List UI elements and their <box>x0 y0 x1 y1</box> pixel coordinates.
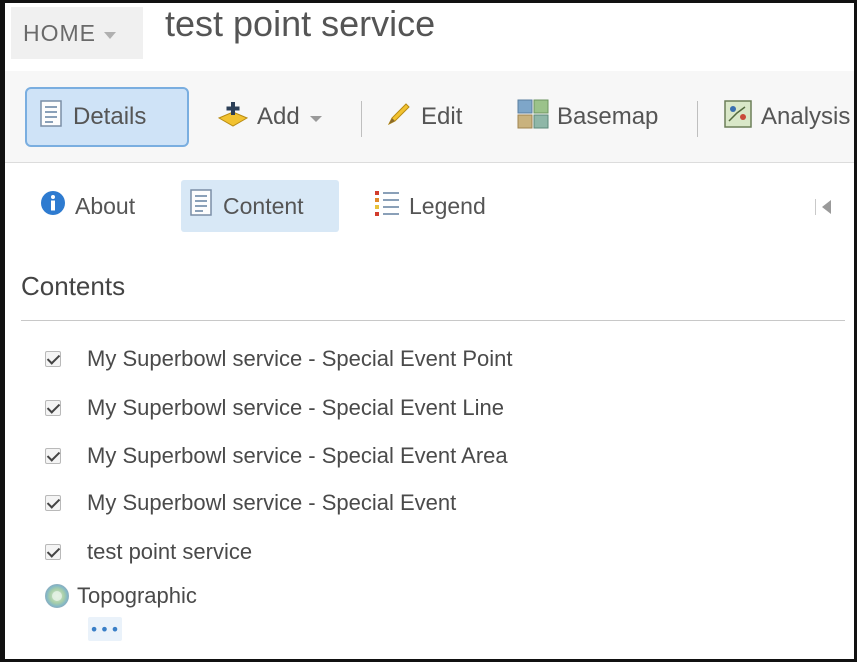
toolbar-separator <box>361 101 362 137</box>
map-title: test point service <box>165 3 436 44</box>
add-button[interactable]: Add <box>217 87 322 147</box>
basemap-layer-item[interactable]: Topographic <box>45 580 197 612</box>
header-bar: HOME test point service <box>5 3 854 71</box>
window-border <box>0 0 3 662</box>
chevron-down-icon <box>104 31 116 39</box>
layer-item[interactable]: My Superbowl service - Special Event Are… <box>45 440 508 472</box>
layer-checkbox[interactable] <box>45 351 61 367</box>
details-label: Details <box>73 103 147 130</box>
layer-label: My Superbowl service - Special Event Poi… <box>87 346 513 371</box>
more-options-button[interactable]: ••• <box>88 617 122 641</box>
contents-heading: Contents <box>21 271 126 301</box>
layer-checkbox[interactable] <box>45 400 61 416</box>
layer-checkbox[interactable] <box>45 544 61 560</box>
details-list-icon <box>39 99 65 135</box>
tab-about[interactable]: About <box>31 180 143 232</box>
edit-label: Edit <box>421 103 463 130</box>
layer-label: My Superbowl service - Special Event Are… <box>87 443 508 468</box>
about-label: About <box>75 192 136 219</box>
analysis-map-icon <box>723 99 753 136</box>
toolbar-separator <box>697 101 698 137</box>
info-icon <box>39 189 67 223</box>
basemap-grid-icon <box>517 99 549 136</box>
chevron-down-icon <box>309 116 322 122</box>
home-label: HOME <box>23 19 96 46</box>
tab-content[interactable]: Content <box>181 180 339 232</box>
basemap-layer-label: Topographic <box>77 583 197 608</box>
layer-checkbox[interactable] <box>45 495 61 511</box>
add-plus-icon <box>217 100 249 135</box>
toolbar: Details Add Edit Basemap Analysis <box>5 71 854 163</box>
tab-legend[interactable]: Legend <box>365 180 494 232</box>
home-menu[interactable]: HOME <box>11 7 143 59</box>
analysis-button[interactable]: Analysis <box>723 87 850 147</box>
pencil-icon <box>385 100 413 135</box>
layer-label: My Superbowl service - Special Event Lin… <box>87 395 504 420</box>
contents-divider <box>21 320 845 321</box>
content-label: Content <box>223 192 304 219</box>
edit-button[interactable]: Edit <box>385 87 462 147</box>
layer-label: test point service <box>87 539 253 564</box>
pane-tabs: About Content Legend <box>5 163 854 249</box>
layer-label: My Superbowl service - Special Event <box>87 490 457 515</box>
window-border <box>0 0 857 3</box>
layer-item[interactable]: test point service <box>45 536 252 568</box>
chevron-left-icon <box>815 199 831 215</box>
analysis-label: Analysis <box>761 103 851 130</box>
basemap-label: Basemap <box>557 103 659 130</box>
layer-checkbox[interactable] <box>45 448 61 464</box>
app-window: HOME test point service Details Add Edit… <box>3 3 854 659</box>
content-list-icon <box>189 189 215 223</box>
layer-item[interactable]: My Superbowl service - Special Event Poi… <box>45 343 513 375</box>
collapse-pane-button[interactable] <box>813 195 835 219</box>
details-button[interactable]: Details <box>25 87 189 147</box>
add-label: Add <box>257 103 300 130</box>
globe-icon <box>45 584 69 608</box>
basemap-button[interactable]: Basemap <box>517 87 658 147</box>
legend-label: Legend <box>409 192 486 219</box>
layer-item[interactable]: My Superbowl service - Special Event Lin… <box>45 392 504 424</box>
layer-item[interactable]: My Superbowl service - Special Event <box>45 487 456 519</box>
legend-list-icon <box>373 188 401 224</box>
